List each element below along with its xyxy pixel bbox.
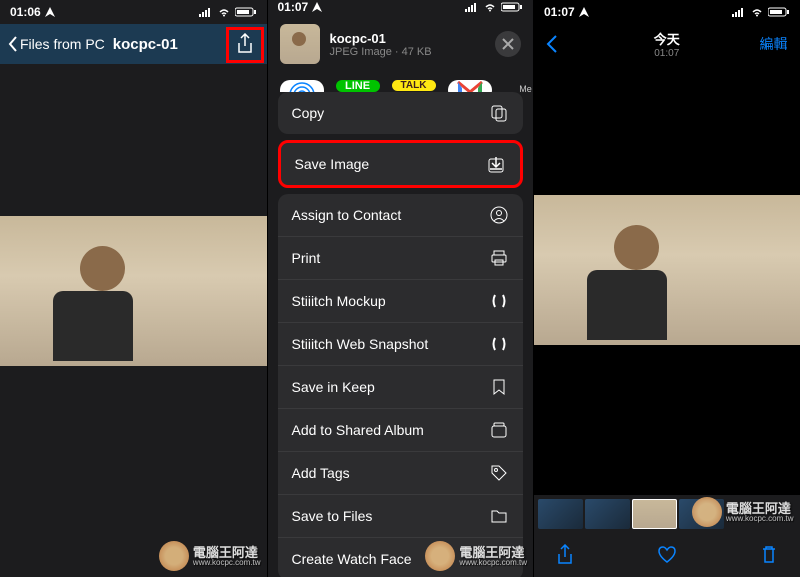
photo-content bbox=[0, 216, 267, 366]
nav-bar: 今天 01:07 編輯 bbox=[534, 24, 800, 64]
folder-icon bbox=[489, 506, 509, 526]
share-button[interactable] bbox=[554, 544, 576, 566]
status-indicators bbox=[465, 2, 523, 12]
action-create-watch[interactable]: Create Watch Face bbox=[278, 537, 524, 577]
back-button[interactable]: Files from PC bbox=[8, 36, 105, 52]
status-bar: 01:07 bbox=[268, 0, 534, 14]
thumbnail-item[interactable] bbox=[538, 499, 583, 529]
action-save-keep[interactable]: Save in Keep bbox=[278, 365, 524, 408]
chevron-left-icon bbox=[8, 36, 18, 52]
delete-button[interactable] bbox=[758, 544, 780, 566]
action-label: Assign to Contact bbox=[292, 207, 402, 223]
action-stiiitch-mockup[interactable]: Stiiitch Mockup bbox=[278, 279, 524, 322]
contact-icon bbox=[489, 205, 509, 225]
action-save-image[interactable]: Save Image bbox=[281, 143, 521, 185]
stiiitch-icon bbox=[489, 334, 509, 354]
action-assign-contact[interactable]: Assign to Contact bbox=[278, 194, 524, 236]
status-bar: 01:07 bbox=[534, 0, 800, 24]
location-icon bbox=[579, 7, 589, 17]
status-indicators bbox=[199, 7, 257, 17]
action-print[interactable]: Print bbox=[278, 236, 524, 279]
nav-subtitle: 01:07 bbox=[654, 48, 680, 59]
file-thumbnail bbox=[280, 24, 320, 64]
screen-2-share-sheet: 01:07 kocpc-01 JPEG Image · 47 KB AirDro… bbox=[267, 0, 534, 577]
edit-button[interactable]: 編輯 bbox=[760, 34, 788, 54]
action-label: Add Tags bbox=[292, 465, 350, 481]
download-icon bbox=[486, 154, 506, 174]
share-icon bbox=[556, 544, 574, 566]
screen-3-photos-app: 01:07 今天 01:07 編輯 電腦王阿達 bbox=[533, 0, 800, 577]
stiiitch-icon bbox=[489, 291, 509, 311]
photo-viewer[interactable] bbox=[534, 64, 800, 495]
favorite-button[interactable] bbox=[656, 544, 678, 566]
action-save-files[interactable]: Save to Files bbox=[278, 494, 524, 537]
photo-viewer[interactable] bbox=[0, 64, 267, 577]
action-shared-album[interactable]: Add to Shared Album bbox=[278, 408, 524, 451]
thumbnail-strip[interactable] bbox=[534, 495, 800, 533]
share-apps-row[interactable]: AirDrop LINE LINE TALK KakaoTalk Gmail M… bbox=[268, 74, 534, 92]
thumbnail-item[interactable] bbox=[585, 499, 630, 529]
chevron-left-icon bbox=[546, 35, 558, 53]
close-button[interactable] bbox=[495, 31, 521, 57]
highlight-box bbox=[226, 27, 264, 63]
action-copy[interactable]: Copy bbox=[278, 92, 524, 134]
battery-icon bbox=[235, 7, 257, 17]
action-stiiitch-web[interactable]: Stiiitch Web Snapshot bbox=[278, 322, 524, 365]
action-add-tags[interactable]: Add Tags bbox=[278, 451, 524, 494]
action-label: Add to Shared Album bbox=[292, 422, 424, 438]
file-meta: JPEG Image · 47 KB bbox=[330, 46, 486, 58]
line-icon: LINE bbox=[336, 80, 380, 92]
close-icon bbox=[502, 38, 514, 50]
back-button[interactable] bbox=[546, 35, 558, 53]
action-label: Create Watch Face bbox=[292, 551, 412, 567]
action-label: Save to Files bbox=[292, 508, 373, 524]
status-indicators bbox=[732, 7, 790, 17]
action-label: Print bbox=[292, 250, 321, 266]
share-sheet-header: kocpc-01 JPEG Image · 47 KB bbox=[268, 14, 534, 74]
copy-icon bbox=[489, 103, 509, 123]
status-time: 01:06 bbox=[10, 5, 41, 19]
status-time: 01:07 bbox=[278, 0, 309, 14]
airdrop-icon bbox=[280, 80, 324, 92]
action-label: Stiiitch Mockup bbox=[292, 293, 386, 309]
nav-title: 今天 bbox=[654, 29, 680, 48]
bookmark-icon bbox=[489, 377, 509, 397]
tag-icon bbox=[489, 463, 509, 483]
nav-title: kocpc-01 bbox=[113, 36, 178, 53]
app-label: Me bbox=[519, 84, 532, 92]
action-list: Copy Save Image Assign to Contact Print … bbox=[268, 92, 534, 577]
thumbnail-item-selected[interactable] bbox=[632, 499, 677, 529]
status-time: 01:07 bbox=[544, 5, 575, 19]
trash-icon bbox=[761, 545, 777, 565]
photo-content bbox=[534, 195, 800, 345]
location-icon bbox=[45, 7, 55, 17]
location-icon bbox=[312, 2, 322, 12]
watch-icon bbox=[489, 549, 509, 569]
action-label: Save in Keep bbox=[292, 379, 375, 395]
screen-1-file-viewer: 01:06 Files from PC kocpc-01 電腦王阿達 www.k… bbox=[0, 0, 267, 577]
back-label: Files from PC bbox=[20, 36, 105, 52]
status-bar: 01:06 bbox=[0, 0, 267, 24]
action-label: Save Image bbox=[295, 156, 370, 172]
gmail-icon bbox=[448, 80, 492, 92]
bottom-toolbar bbox=[534, 533, 800, 577]
print-icon bbox=[489, 248, 509, 268]
heart-icon bbox=[657, 546, 677, 564]
signal-icon bbox=[199, 7, 213, 17]
wifi-icon bbox=[217, 7, 231, 17]
file-name: kocpc-01 bbox=[330, 31, 486, 46]
action-label: Copy bbox=[292, 105, 325, 121]
album-icon bbox=[489, 420, 509, 440]
thumbnail-item[interactable] bbox=[679, 499, 724, 529]
action-label: Stiiitch Web Snapshot bbox=[292, 336, 429, 352]
kakaotalk-icon: TALK bbox=[392, 80, 436, 91]
